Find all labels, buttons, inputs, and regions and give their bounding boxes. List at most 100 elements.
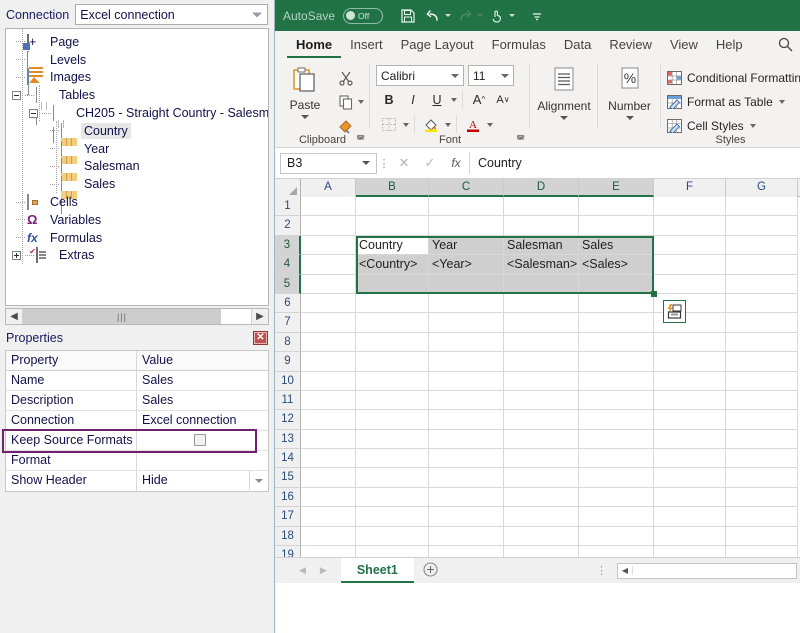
cell-F16[interactable]	[654, 488, 726, 507]
cell-D1[interactable]	[504, 197, 579, 216]
cell-D11[interactable]	[504, 391, 579, 410]
cell-D12[interactable]	[504, 410, 579, 429]
formula-input[interactable]: Country	[469, 152, 800, 174]
cell-E3[interactable]: Sales	[579, 236, 654, 255]
cell-D16[interactable]	[504, 488, 579, 507]
sheet-tab-sheet1[interactable]: Sheet1	[341, 558, 414, 583]
cell-B10[interactable]	[356, 372, 429, 391]
property-value[interactable]	[137, 431, 268, 450]
cell-F15[interactable]	[654, 468, 726, 487]
cell-B3[interactable]: Country	[356, 236, 429, 255]
row-header-5[interactable]: 5	[275, 275, 301, 294]
cell-B5[interactable]	[356, 275, 429, 294]
cell-F8[interactable]	[654, 333, 726, 352]
cell-A17[interactable]	[301, 507, 356, 526]
redo-icon[interactable]	[454, 5, 476, 27]
row-header-19[interactable]: 19	[275, 546, 301, 557]
cell-C7[interactable]	[429, 313, 504, 332]
tree-item-country[interactable]: Country	[6, 122, 268, 140]
cell-A7[interactable]	[301, 313, 356, 332]
underline-dropdown-icon[interactable]	[451, 98, 457, 102]
property-row[interactable]: Keep Source Formats	[6, 431, 268, 451]
tree-item-page[interactable]: +Page	[6, 33, 268, 51]
cell-A10[interactable]	[301, 372, 356, 391]
cell-E15[interactable]	[579, 468, 654, 487]
dropdown-icon[interactable]	[779, 100, 785, 104]
cell-B12[interactable]	[356, 410, 429, 429]
cell-E8[interactable]	[579, 333, 654, 352]
cell-A8[interactable]	[301, 333, 356, 352]
cell-C9[interactable]	[429, 352, 504, 371]
cell-E13[interactable]	[579, 430, 654, 449]
cell-B15[interactable]	[356, 468, 429, 487]
row-header-3[interactable]: 3	[275, 236, 301, 255]
cell-E2[interactable]	[579, 216, 654, 235]
cell-C16[interactable]	[429, 488, 504, 507]
cell-C12[interactable]	[429, 410, 504, 429]
cell-A13[interactable]	[301, 430, 356, 449]
tree-item-sales[interactable]: Sales	[6, 175, 268, 193]
tree-item-extras[interactable]: ✔Extras	[6, 247, 268, 265]
tab-help[interactable]: Help	[707, 32, 752, 58]
cell-G14[interactable]	[726, 449, 798, 468]
underline-button[interactable]: U	[426, 89, 448, 110]
cell-A4[interactable]	[301, 255, 356, 274]
cell-A15[interactable]	[301, 468, 356, 487]
cell-F11[interactable]	[654, 391, 726, 410]
property-value[interactable]	[137, 451, 268, 470]
cell-E4[interactable]: <Sales>	[579, 255, 654, 274]
cell-G12[interactable]	[726, 410, 798, 429]
column-header-E[interactable]: E	[579, 179, 654, 197]
select-all-corner[interactable]	[275, 179, 301, 197]
cell-F10[interactable]	[654, 372, 726, 391]
cell-B6[interactable]	[356, 294, 429, 313]
borders-dropdown-icon[interactable]	[403, 123, 409, 127]
cell-B7[interactable]	[356, 313, 429, 332]
insert-function-icon[interactable]: fx	[443, 152, 469, 174]
scroll-left-button[interactable]: ◀	[6, 309, 23, 324]
cell-G11[interactable]	[726, 391, 798, 410]
tab-insert[interactable]: Insert	[341, 32, 392, 58]
cell-D6[interactable]	[504, 294, 579, 313]
redo-dropdown-icon[interactable]	[477, 14, 483, 17]
tree-item-salesman[interactable]: Salesman	[6, 158, 268, 176]
cell-B17[interactable]	[356, 507, 429, 526]
cell-D15[interactable]	[504, 468, 579, 487]
tree-item-ch205-straight-country-salesman[interactable]: CH205 - Straight Country - Salesman	[6, 104, 268, 122]
paste-button[interactable]: Paste	[275, 62, 335, 136]
format-painter-icon[interactable]	[335, 115, 357, 136]
cell-D19[interactable]	[504, 546, 579, 557]
cell-C5[interactable]	[429, 275, 504, 294]
cell-G15[interactable]	[726, 468, 798, 487]
cell-A9[interactable]	[301, 352, 356, 371]
font-size-combo[interactable]: 11	[468, 65, 514, 86]
property-row[interactable]: DescriptionSales	[6, 391, 268, 411]
cell-G17[interactable]	[726, 507, 798, 526]
cell-G10[interactable]	[726, 372, 798, 391]
tree-horizontal-scrollbar[interactable]: ◀ ||| ▶	[5, 308, 269, 325]
horizontal-scrollbar[interactable]: ◀	[617, 563, 797, 579]
cell-D13[interactable]	[504, 430, 579, 449]
column-header-D[interactable]: D	[504, 179, 579, 197]
property-value[interactable]: Hide	[137, 471, 268, 491]
row-header-8[interactable]: 8	[275, 333, 301, 352]
cell-C14[interactable]	[429, 449, 504, 468]
grid-cells[interactable]: CountryYearSalesmanSales<Country><Year><…	[301, 197, 800, 557]
bold-button[interactable]: B	[378, 89, 400, 110]
tree-item-year[interactable]: Year	[6, 140, 268, 158]
cell-E14[interactable]	[579, 449, 654, 468]
column-header-G[interactable]: G	[726, 179, 798, 197]
cell-A2[interactable]	[301, 216, 356, 235]
cell-F18[interactable]	[654, 527, 726, 546]
dropdown-icon[interactable]	[750, 124, 756, 128]
cell-D2[interactable]	[504, 216, 579, 235]
enter-icon[interactable]: ✓	[417, 152, 443, 174]
cell-B8[interactable]	[356, 333, 429, 352]
fill-color-icon[interactable]	[420, 114, 442, 135]
column-header-B[interactable]: B	[356, 179, 429, 197]
cell-G4[interactable]	[726, 255, 798, 274]
scrollbar-track[interactable]	[221, 309, 251, 324]
column-header-C[interactable]: C	[429, 179, 504, 197]
row-header-16[interactable]: 16	[275, 488, 301, 507]
cell-B18[interactable]	[356, 527, 429, 546]
